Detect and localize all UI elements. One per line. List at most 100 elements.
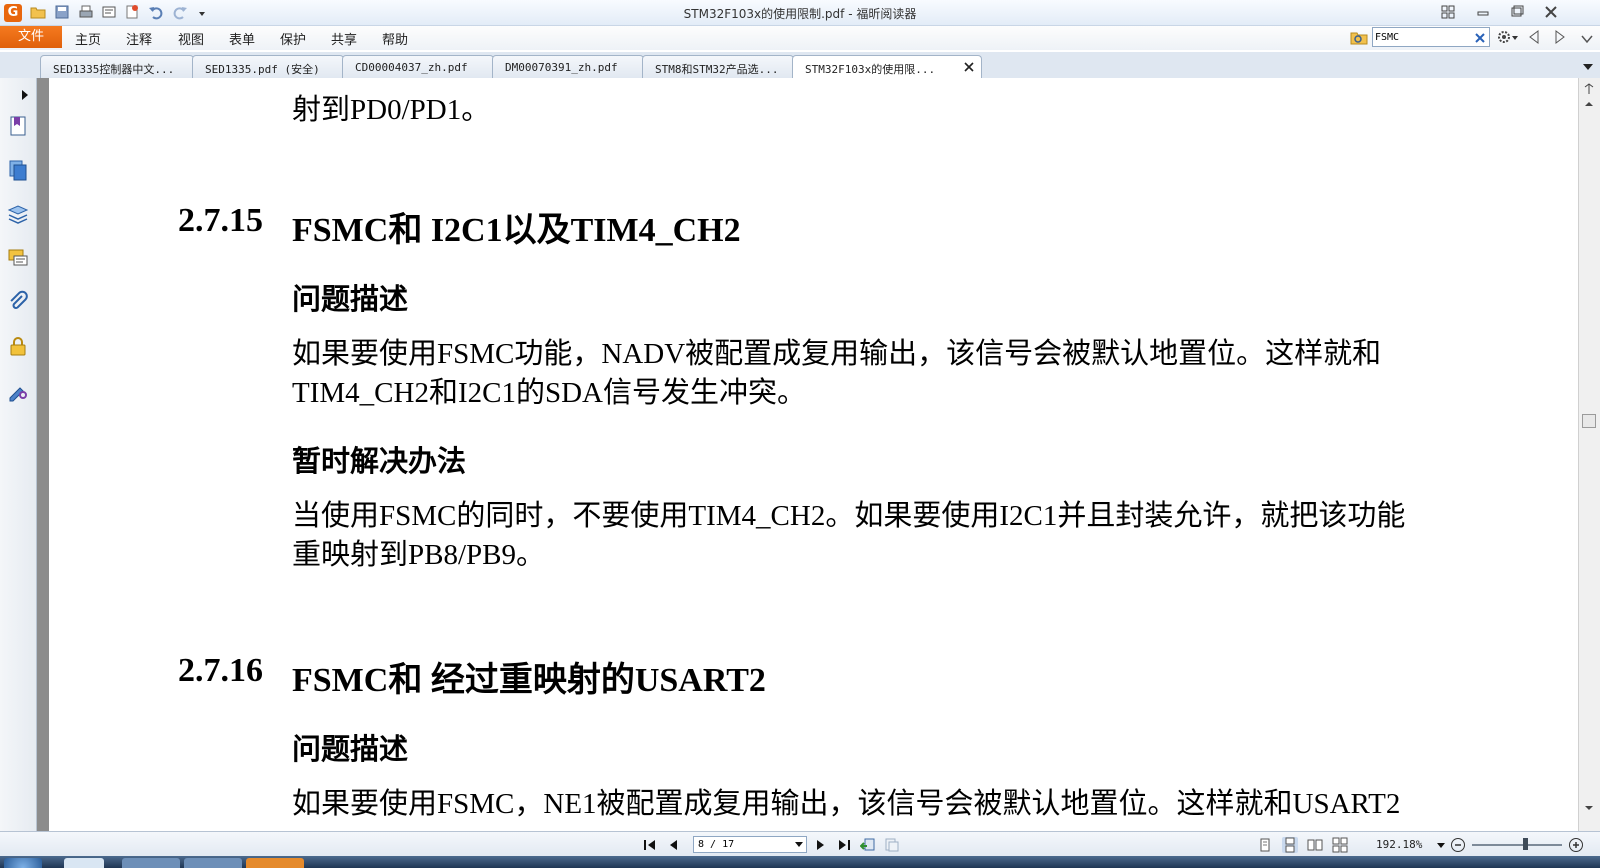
print-icon[interactable] [78, 4, 94, 20]
panel-splitter[interactable] [37, 78, 49, 831]
customize-toolbar-chevron-icon[interactable] [194, 4, 205, 20]
last-page-icon[interactable] [836, 837, 852, 853]
tab-document-5[interactable]: STM8和STM32产品选... [642, 55, 794, 78]
vertical-scrollbar[interactable] [1578, 78, 1600, 831]
paragraph-line: 当使用FSMC的同时，不要使用TIM4_CH2。如果要使用I2C1并且封装允许，… [292, 500, 1406, 532]
page-dropdown-icon[interactable] [795, 842, 803, 848]
start-button[interactable] [4, 858, 42, 868]
facing-view-icon[interactable] [1307, 837, 1323, 853]
document-page: 射到PD0/PD1。 2.7.15 FSMC和 I2C1以及TIM4_CH2 问… [49, 78, 1578, 831]
first-page-icon[interactable] [642, 837, 658, 853]
menu-bar: 文件 主页 注释 视图 表单 保护 共享 帮助 [0, 26, 1600, 50]
menu-comment[interactable]: 注释 [126, 29, 152, 48]
taskbar-app-button[interactable] [122, 858, 180, 868]
save-icon[interactable] [54, 4, 70, 20]
previous-view-icon[interactable] [860, 837, 876, 853]
section-title: FSMC和 经过重映射的USART2 [292, 662, 766, 699]
scroll-down-arrow-icon[interactable] [1583, 798, 1595, 810]
security-lock-icon[interactable] [6, 334, 30, 358]
taskbar-app-button[interactable] [184, 858, 242, 868]
bookmarks-icon[interactable] [6, 114, 30, 138]
tab-list-dropdown-icon[interactable] [1582, 58, 1594, 70]
expand-panel-arrow-icon[interactable] [20, 86, 30, 100]
menu-home[interactable]: 主页 [75, 29, 101, 48]
tab-label: SED1335.pdf (安全) [205, 63, 320, 76]
next-page-icon[interactable] [812, 837, 828, 853]
subsection-heading: 问题描述 [292, 284, 409, 316]
taskbar-app-button[interactable] [246, 858, 304, 868]
next-view-icon[interactable] [884, 837, 900, 853]
search-options-gear-icon[interactable] [1496, 29, 1520, 45]
title-bar: G STM32F103x的使用限制.pdf - 福昕阅读器 [0, 0, 1600, 26]
close-window-button[interactable] [1538, 3, 1564, 21]
tab-label: STM32F103x的使用限... [805, 63, 936, 76]
navigation-panel [0, 78, 37, 831]
minimize-button[interactable] [1470, 3, 1496, 21]
open-folder-icon[interactable] [30, 4, 46, 20]
scroll-up-arrow-icon[interactable] [1583, 94, 1595, 106]
tab-label: SED1335控制器中文... [53, 63, 175, 76]
paragraph-line: 如果要使用FSMC功能，NADV被配置成复用输出，该信号会被默认地置位。这样就和 [292, 338, 1382, 370]
zoom-out-icon[interactable] [1450, 837, 1466, 853]
tab-document-1[interactable]: SED1335控制器中文... [40, 55, 194, 78]
tab-label: CD00004037_zh.pdf [355, 61, 468, 74]
next-result-icon[interactable] [1553, 29, 1567, 45]
paragraph-line: 重映射到PB8/PB9。 [292, 539, 545, 571]
search-input[interactable] [1375, 29, 1471, 45]
zoom-in-icon[interactable] [1568, 837, 1584, 853]
restore-button[interactable] [1503, 3, 1529, 21]
tab-document-active[interactable]: STM32F103x的使用限... [792, 55, 982, 79]
paragraph-line: 如果要使用FSMC，NE1被配置成复用输出，该信号会被默认地置位。这样就和USA… [292, 788, 1401, 820]
page-indicator: 8 / 17 [698, 839, 735, 850]
scrollbar-thumb[interactable] [1582, 414, 1596, 428]
document-tab-bar: SED1335控制器中文... SED1335.pdf (安全) CD00004… [0, 52, 1600, 79]
menu-file[interactable]: 文件 [0, 26, 62, 48]
clear-search-icon[interactable] [1473, 30, 1487, 44]
previous-result-icon[interactable] [1527, 29, 1541, 45]
menu-share[interactable]: 共享 [331, 29, 357, 48]
tab-label: STM8和STM32产品选... [655, 63, 779, 76]
tab-document-4[interactable]: DM00070391_zh.pdf [492, 55, 644, 78]
ribbon-expand-chevron-icon[interactable] [1580, 31, 1594, 45]
window-title: STM32F103x的使用限制.pdf - 福昕阅读器 [683, 7, 917, 21]
scroll-split-icon[interactable] [1583, 80, 1595, 94]
zoom-level[interactable]: 192.18% [1376, 838, 1422, 851]
page-number-field[interactable]: 8 / 17 [693, 836, 807, 853]
pages-icon[interactable] [6, 158, 30, 182]
new-document-icon[interactable] [124, 4, 140, 20]
attachments-icon[interactable] [6, 290, 30, 314]
search-box[interactable] [1372, 27, 1490, 47]
paragraph-fragment: 射到PD0/PD1。 [292, 94, 491, 126]
section-number: 2.7.15 [178, 202, 263, 239]
undo-icon[interactable] [148, 4, 164, 20]
status-bar: 8 / 17 192.18% [0, 831, 1600, 857]
menu-view[interactable]: 视图 [178, 29, 204, 48]
os-taskbar [0, 856, 1600, 868]
taskbar-app-button[interactable] [64, 858, 104, 868]
menu-form[interactable]: 表单 [229, 29, 255, 48]
comments-icon[interactable] [6, 246, 30, 270]
redo-icon[interactable] [172, 4, 188, 20]
tab-label: DM00070391_zh.pdf [505, 61, 618, 74]
properties-icon[interactable] [101, 4, 117, 20]
tab-document-2[interactable]: SED1335.pdf (安全) [192, 55, 344, 78]
section-title: FSMC和 I2C1以及TIM4_CH2 [292, 212, 741, 249]
app-logo-icon[interactable]: G [4, 4, 22, 22]
menu-help[interactable]: 帮助 [382, 29, 408, 48]
signatures-icon[interactable] [6, 378, 30, 402]
continuous-view-icon[interactable] [1282, 837, 1298, 853]
zoom-dropdown-icon[interactable] [1433, 837, 1445, 853]
subsection-heading: 暂时解决办法 [292, 446, 467, 478]
zoom-slider-track[interactable] [1472, 844, 1562, 846]
previous-page-icon[interactable] [666, 837, 682, 853]
continuous-facing-view-icon[interactable] [1332, 837, 1348, 853]
layers-icon[interactable] [6, 202, 30, 226]
single-page-view-icon[interactable] [1257, 837, 1273, 853]
tab-document-3[interactable]: CD00004037_zh.pdf [342, 55, 494, 78]
menu-protect[interactable]: 保护 [280, 29, 306, 48]
search-folder-icon[interactable] [1350, 28, 1368, 46]
close-tab-icon[interactable] [963, 61, 975, 73]
section-number: 2.7.16 [178, 652, 263, 689]
layout-switch-icon[interactable] [1435, 3, 1461, 21]
zoom-slider-thumb[interactable] [1523, 838, 1528, 850]
